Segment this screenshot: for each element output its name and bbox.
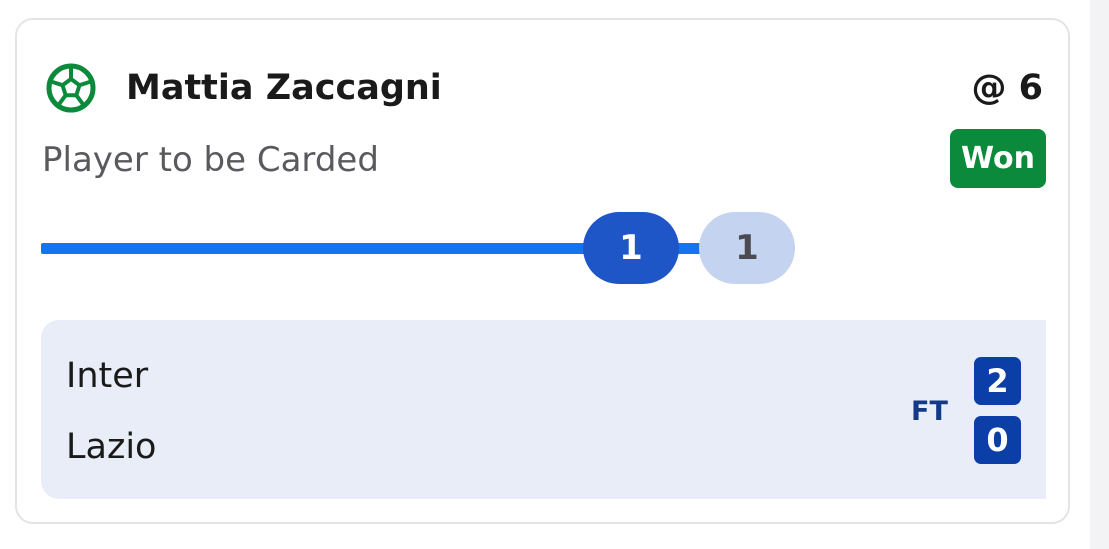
away-team-name: Lazio [66, 427, 157, 467]
football-icon [45, 62, 97, 114]
status-badge: Won [950, 129, 1046, 188]
match-status: FT [911, 396, 948, 427]
match-summary[interactable] [41, 320, 1046, 499]
progress-current-pill: 1 [583, 212, 679, 284]
home-score: 2 [974, 357, 1021, 405]
market-label: Player to be Carded [42, 140, 379, 180]
scroll-gutter [1090, 0, 1109, 549]
player-name: Mattia Zaccagni [126, 68, 442, 108]
progress-target-pill: 1 [699, 212, 795, 284]
odds-label: @ 6 [971, 68, 1043, 108]
away-score: 0 [974, 416, 1021, 464]
home-team-name: Inter [66, 356, 149, 396]
